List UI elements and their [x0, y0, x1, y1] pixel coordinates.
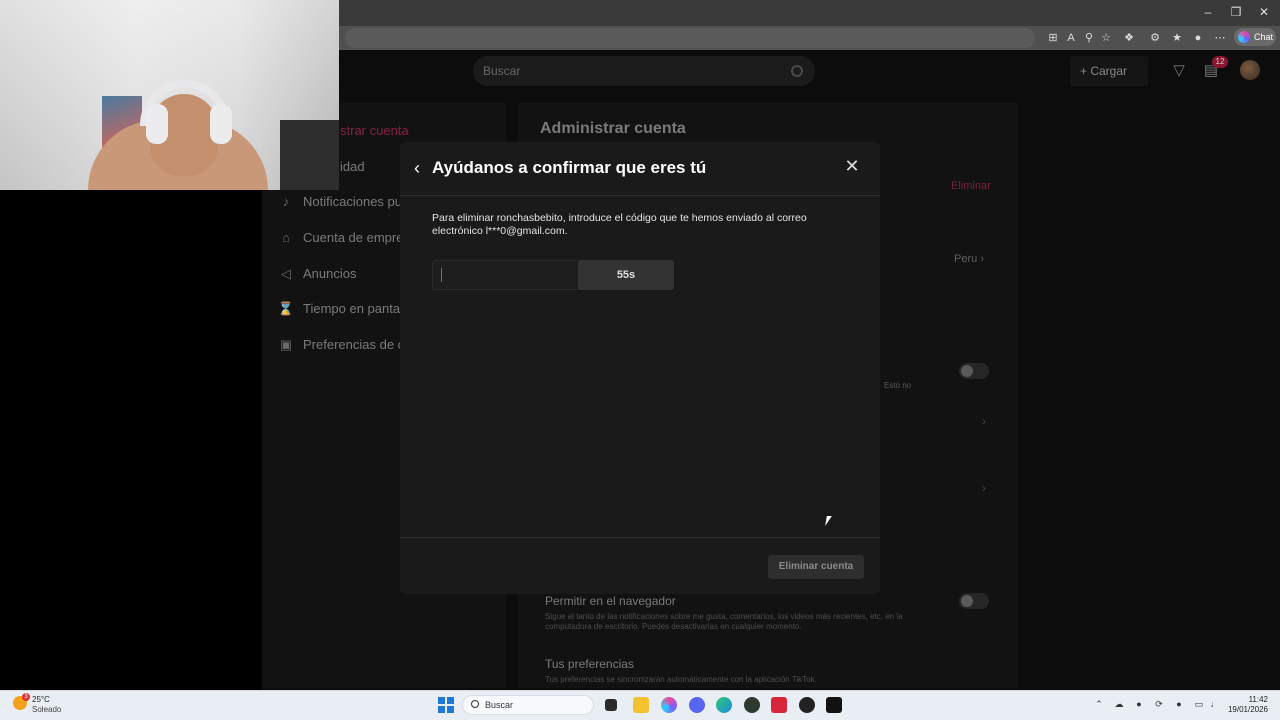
minimize-icon[interactable]: – — [1200, 4, 1216, 20]
delete-account-button[interactable]: Eliminar cuenta — [768, 555, 864, 579]
weather-badge: 3 — [22, 693, 30, 701]
weather-temperature[interactable]: 25°C — [32, 695, 50, 704]
browser-notifications-heading: Permitir en el navegador — [545, 594, 676, 608]
preferences-heading: Tus preferencias — [545, 657, 634, 671]
address-field[interactable] — [345, 28, 1035, 48]
start-windows-icon[interactable] — [438, 697, 454, 713]
text-caret — [441, 268, 442, 282]
microphone-icon[interactable]: ● — [1173, 699, 1185, 709]
upload-button[interactable]: + Cargar — [1070, 56, 1148, 86]
translate-icon[interactable]: A — [1064, 31, 1078, 45]
chevron-right-icon[interactable]: › — [982, 414, 986, 428]
extension-icon[interactable]: ❖ — [1122, 31, 1136, 45]
sidebar-item-notifications[interactable]: ♪ Notificaciones pu — [276, 194, 402, 214]
task-view-icon[interactable] — [605, 699, 617, 711]
copilot-chat-button[interactable]: Chat — [1234, 28, 1276, 46]
tray-app-icon[interactable]: ● — [1133, 699, 1145, 709]
search-input[interactable]: Buscar — [473, 56, 815, 86]
shop-icon: ⌂ — [282, 230, 290, 245]
verification-code-input[interactable] — [432, 260, 580, 290]
setting-toggle[interactable] — [959, 363, 989, 379]
modal-footer-divider — [400, 537, 880, 538]
sidebar-item-label: Tiempo en panta — [303, 301, 401, 316]
modal-title: Ayúdanos a confirmar que eres tú — [432, 158, 707, 177]
search-placeholder: Buscar — [483, 64, 521, 78]
sidebar-item-manage-account[interactable]: strar cuenta — [340, 123, 409, 138]
sidebar-item-content-preferences[interactable]: ▣ Preferencias de c — [276, 337, 404, 357]
sidebar-item-label: Cuenta de empre — [303, 230, 404, 245]
copilot-icon[interactable] — [661, 697, 677, 713]
headphone-left — [146, 104, 168, 144]
taskbar-search[interactable]: Buscar — [462, 695, 594, 715]
close-icon[interactable]: ✕ — [842, 156, 862, 176]
volume-icon[interactable]: ♩ — [1209, 699, 1221, 709]
upload-label: Cargar — [1090, 64, 1128, 78]
zoom-icon[interactable]: ⚲ — [1082, 31, 1096, 45]
chat-label: Chat — [1254, 32, 1274, 42]
copilot-icon — [1238, 31, 1250, 43]
megaphone-icon: ◁ — [281, 266, 291, 281]
resend-code-timer-button[interactable]: 55s — [578, 260, 674, 290]
close-window-icon[interactable]: ✕ — [1256, 4, 1272, 20]
webcam-door — [280, 120, 339, 190]
sync-icon[interactable]: ⟳ — [1153, 699, 1165, 710]
browser-notifications-toggle[interactable] — [959, 593, 989, 609]
hourglass-icon: ⌛ — [277, 301, 295, 316]
avatar[interactable] — [1240, 60, 1260, 80]
modal-header: ‹ Ayúdanos a confirmar que eres tú ✕ — [400, 142, 880, 196]
back-arrow-icon[interactable]: ‹ — [414, 158, 430, 178]
setting-note: Esto no — [884, 381, 912, 390]
video-icon: ▣ — [279, 337, 293, 352]
extensions-puzzle-icon[interactable]: ⚙ — [1148, 31, 1162, 45]
sidebar-item-label: Anuncios — [303, 266, 357, 281]
onedrive-icon[interactable]: ☁ — [1113, 699, 1125, 710]
xbox-icon[interactable] — [744, 697, 760, 713]
sidebar-item-business[interactable]: ⌂ Cuenta de empre — [276, 230, 403, 250]
chevron-right-icon: › — [980, 253, 984, 265]
toggle-knob — [961, 365, 973, 377]
weather-condition[interactable]: Soleado — [32, 705, 61, 714]
search-icon — [791, 65, 803, 77]
bell-icon: ♪ — [282, 194, 290, 209]
more-menu-icon[interactable]: ⋯ — [1213, 31, 1227, 45]
taskbar-search-label: Buscar — [485, 700, 514, 710]
page-title: Administrar cuenta — [540, 120, 686, 137]
plus-icon: + — [1080, 64, 1091, 78]
sidebar-item-ads[interactable]: ◁ Anuncios — [276, 266, 356, 286]
obs-icon[interactable] — [799, 697, 815, 713]
clock-date[interactable]: 19/01/2026 — [1226, 705, 1268, 714]
webcam-black-area — [0, 190, 262, 690]
wps-icon[interactable] — [771, 697, 787, 713]
delete-account-link[interactable]: Eliminar — [951, 180, 991, 192]
favorite-star-icon[interactable]: ☆ — [1099, 31, 1113, 45]
capcut-icon[interactable] — [826, 697, 842, 713]
profile-icon[interactable]: ● — [1191, 31, 1205, 45]
confirm-identity-modal: ‹ Ayúdanos a confirmar que eres tú ✕ Par… — [400, 142, 880, 594]
edge-icon[interactable] — [716, 697, 732, 713]
headphone-right — [210, 104, 232, 144]
favorites-icon[interactable]: ★ — [1170, 31, 1184, 45]
filter-icon[interactable]: ▽ — [1170, 62, 1188, 80]
search-icon — [471, 700, 479, 708]
webcam-overlay — [0, 0, 339, 190]
region-value[interactable]: Peru › — [954, 253, 984, 265]
toggle-knob — [961, 595, 973, 607]
discord-icon[interactable] — [689, 697, 705, 713]
clock-time[interactable]: 11:42 — [1238, 695, 1268, 704]
chevron-right-icon[interactable]: › — [982, 481, 986, 495]
app-available-icon[interactable]: ⊞ — [1046, 31, 1060, 45]
sidebar-item-label: Notificaciones pu — [303, 194, 402, 209]
sidebar-item-screen-time[interactable]: ⌛ Tiempo en panta — [276, 301, 400, 321]
region-label: Peru — [954, 253, 978, 265]
sidebar-item-label: Preferencias de c — [303, 337, 405, 352]
sidebar-item-privacy[interactable]: idad — [340, 159, 365, 174]
restore-icon[interactable]: ❐ — [1228, 4, 1244, 20]
preferences-desc: Tus preferencias se sincronizarán automá… — [545, 675, 817, 684]
chevron-up-icon[interactable]: ⌃ — [1093, 699, 1105, 710]
browser-notifications-desc: Sigue al tanto de las notificaciones sob… — [545, 612, 903, 631]
display-icon[interactable]: ▭ — [1193, 699, 1205, 710]
inbox-badge: 12 — [1212, 56, 1228, 68]
file-explorer-icon[interactable] — [633, 697, 649, 713]
modal-instruction: Para eliminar ronchasbebito, introduce e… — [432, 212, 807, 237]
